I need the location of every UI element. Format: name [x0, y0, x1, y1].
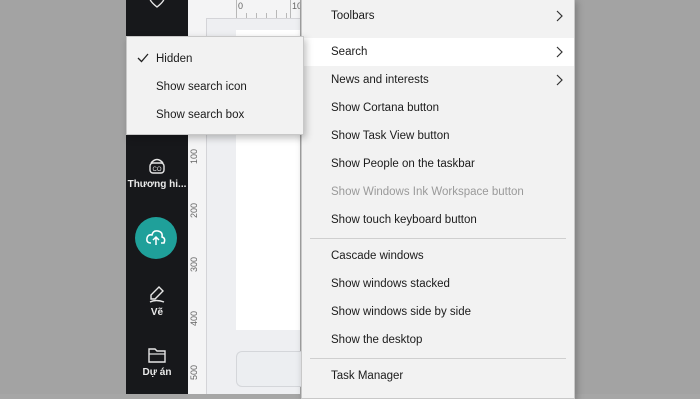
ruler-label: 10 — [292, 1, 300, 11]
upload-button[interactable] — [135, 217, 177, 259]
cloud-upload-icon — [146, 230, 166, 245]
menu-item-label: Show Cortana button — [331, 102, 440, 114]
taskbar-context-menu: Toolbars Search News and interests Show … — [301, 0, 575, 399]
menu-item-show-windows-ink: Show Windows Ink Workspace button — [302, 178, 574, 206]
menu-item-label: Show the desktop — [331, 334, 423, 346]
chevron-right-icon — [556, 74, 563, 86]
draw-icon — [149, 286, 165, 303]
submenu-item-show-search-icon[interactable]: Show search icon — [127, 73, 303, 101]
folder-icon — [148, 348, 166, 363]
menu-item-label: Task Manager — [331, 370, 404, 382]
bottom-panel[interactable] — [236, 351, 301, 387]
sidebar-item-projects[interactable]: Dự án — [126, 346, 188, 378]
menu-item-label: Show People on the taskbar — [331, 158, 475, 170]
svg-text:CO: CO — [153, 167, 162, 173]
menu-separator — [310, 238, 566, 239]
background-left — [0, 0, 126, 394]
sidebar-item-brand[interactable]: CO Thương hi... — [126, 156, 188, 190]
menu-item-cascade-windows[interactable]: Cascade windows — [302, 242, 574, 270]
menu-item-label: News and interests — [331, 74, 429, 86]
menu-item-search[interactable]: Search — [302, 38, 574, 66]
menu-item-show-task-view-button[interactable]: Show Task View button — [302, 122, 574, 150]
menu-item-show-cortana-button[interactable]: Show Cortana button — [302, 94, 574, 122]
menu-item-news-and-interests[interactable]: News and interests — [302, 66, 574, 94]
submenu-item-label: Hidden — [156, 53, 193, 65]
menu-item-label: Search — [331, 46, 368, 58]
menu-item-show-touch-keyboard[interactable]: Show touch keyboard button — [302, 206, 574, 234]
submenu-item-label: Show search box — [156, 109, 245, 121]
ruler-label: 500 — [189, 364, 199, 380]
submenu-item-label: Show search icon — [156, 81, 247, 93]
chevron-right-icon — [556, 46, 563, 58]
menu-item-show-windows-stacked[interactable]: Show windows stacked — [302, 270, 574, 298]
ruler-label: 0 — [238, 1, 244, 11]
menu-item-show-the-desktop[interactable]: Show the desktop — [302, 326, 574, 354]
menu-item-show-people[interactable]: Show People on the taskbar — [302, 150, 574, 178]
sidebar-item-label: Vẽ — [150, 307, 164, 318]
chevron-right-icon — [556, 10, 563, 22]
menu-item-label: Show Task View button — [331, 130, 450, 142]
menu-item-task-manager[interactable]: Task Manager — [302, 362, 574, 390]
brand-icon: CO — [149, 158, 165, 174]
ruler-top: 0 10 — [188, 0, 300, 19]
menu-item-label: Show windows side by side — [331, 306, 471, 318]
sidebar-item-label: Thương hi... — [127, 179, 187, 190]
menu-item-label: Show windows stacked — [331, 278, 450, 290]
submenu-item-show-search-box[interactable]: Show search box — [127, 101, 303, 129]
ruler-label: 100 — [189, 148, 199, 164]
menu-item-label: Cascade windows — [331, 250, 424, 262]
sidebar-item-draw[interactable]: Vẽ — [126, 284, 188, 318]
sidebar-item-label: Dự án — [142, 367, 172, 378]
menu-item-toolbars[interactable]: Toolbars — [302, 2, 574, 30]
menu-separator — [310, 358, 566, 359]
menu-item-label: Toolbars — [331, 10, 375, 22]
search-submenu: Hidden Show search icon Show search box — [126, 36, 304, 135]
ruler-label: 300 — [189, 256, 199, 272]
menu-item-label: Show Windows Ink Workspace button — [331, 186, 524, 198]
background-right — [574, 0, 700, 394]
ruler-label: 400 — [189, 310, 199, 326]
menu-item-label: Show touch keyboard button — [331, 214, 477, 226]
menu-item-show-windows-side-by-side[interactable]: Show windows side by side — [302, 298, 574, 326]
submenu-item-hidden[interactable]: Hidden — [127, 45, 303, 73]
checkmark-icon — [137, 53, 149, 63]
heart-icon[interactable] — [126, 0, 188, 8]
ruler-label: 200 — [189, 202, 199, 218]
